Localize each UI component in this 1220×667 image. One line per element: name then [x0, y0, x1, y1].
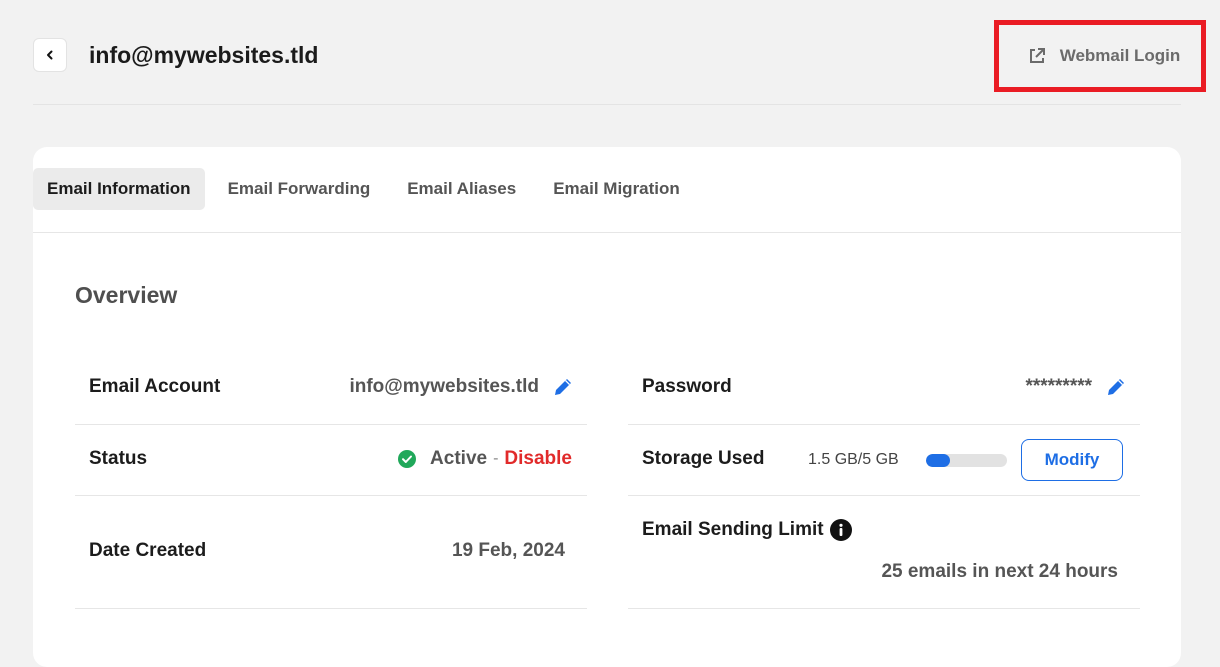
email-account-value-group: info@mywebsites.tld: [349, 376, 573, 398]
pencil-icon: [555, 379, 571, 395]
disable-link[interactable]: Disable: [504, 448, 572, 470]
status-separator: -: [493, 450, 499, 467]
header-divider: [33, 104, 1181, 105]
tab-email-forwarding[interactable]: Email Forwarding: [214, 168, 385, 210]
edit-email-account-button[interactable]: [553, 377, 573, 397]
date-created-value: 19 Feb, 2024: [451, 540, 565, 561]
storage-label: Storage Used: [642, 448, 765, 469]
password-value: *********: [1025, 376, 1092, 397]
chevron-left-icon: [47, 50, 53, 60]
edit-password-button[interactable]: [1106, 377, 1126, 397]
storage-value: 1.5 GB/5 GB: [808, 451, 899, 468]
info-icon: [829, 519, 852, 541]
password-label: Password: [642, 376, 732, 397]
sending-limit-label-group: Email Sending Limit: [642, 519, 852, 541]
webmail-highlight-box: Webmail Login: [994, 20, 1206, 92]
tab-email-migration[interactable]: Email Migration: [539, 168, 694, 210]
webmail-login-label: Webmail Login: [1059, 46, 1181, 65]
tab-email-aliases[interactable]: Email Aliases: [393, 168, 530, 210]
email-account-value: info@mywebsites.tld: [349, 376, 539, 397]
page-title: info@mywebsites.tld: [89, 42, 319, 68]
sending-limit-value: 25 emails in next 24 hours: [881, 561, 1118, 582]
check-circle-icon: [398, 450, 417, 468]
status-label: Status: [89, 448, 148, 469]
email-account-label: Email Account: [89, 376, 221, 397]
sending-limit-label: Email Sending Limit: [642, 519, 824, 540]
webmail-login-button[interactable]: Webmail Login: [1020, 46, 1181, 66]
external-link-icon: [1029, 48, 1045, 63]
tab-email-information[interactable]: Email Information: [33, 168, 205, 210]
storage-progress-fill: [926, 454, 951, 467]
sending-limit-row: [628, 496, 1140, 609]
status-value: Active: [430, 448, 488, 469]
storage-progress-bar: [926, 454, 1007, 467]
tabs-divider: [33, 232, 1181, 233]
modify-storage-button[interactable]: Modify: [1021, 439, 1123, 481]
back-button[interactable]: [33, 38, 67, 72]
date-created-label: Date Created: [89, 540, 207, 561]
pencil-icon: [1108, 379, 1124, 395]
status-value-group: Active - Disable: [398, 448, 572, 470]
password-value-group: *********: [1025, 376, 1126, 398]
sending-limit-info-button[interactable]: [829, 519, 852, 541]
tab-bar: Email Information Email Forwarding Email…: [33, 168, 703, 210]
section-title: Overview: [75, 282, 178, 308]
